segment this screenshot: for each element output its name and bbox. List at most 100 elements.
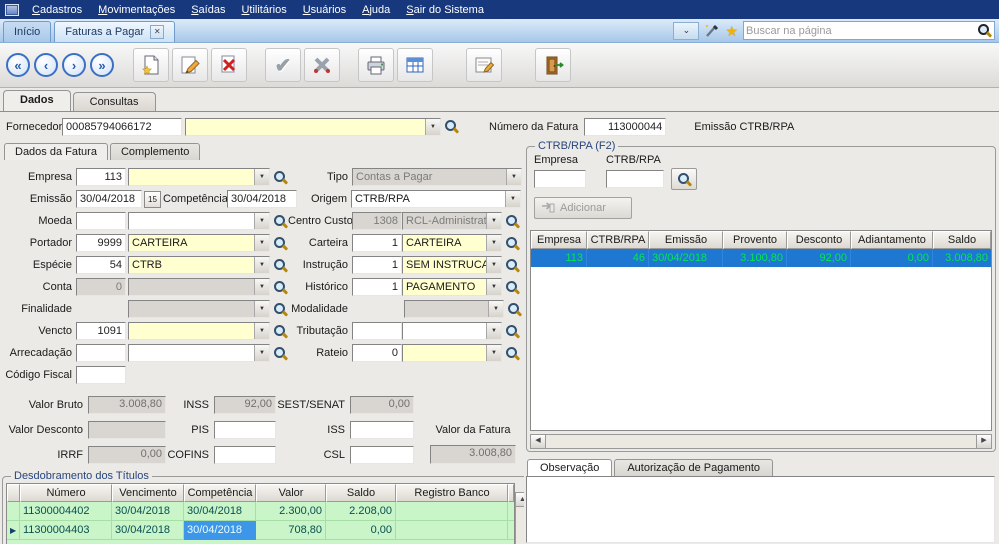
combo-arrow-icon[interactable]: ▼	[505, 191, 520, 207]
moeda-code-input[interactable]	[76, 212, 126, 230]
arrecadacao-combo[interactable]: ▼	[128, 344, 270, 362]
instrucao-code-input[interactable]	[352, 256, 402, 274]
especie-lookup-icon[interactable]	[272, 257, 288, 274]
exit-button[interactable]	[535, 48, 571, 82]
menu-ajuda[interactable]: Ajuda	[354, 2, 398, 18]
col-provento[interactable]: Provento	[723, 231, 787, 249]
vertical-scrollbar[interactable]: ▲	[515, 492, 524, 544]
vencto-code-input[interactable]	[76, 322, 126, 340]
centro-custo-lookup-icon[interactable]	[504, 213, 520, 230]
search-input[interactable]	[746, 23, 976, 38]
combo-arrow-icon[interactable]: ▼	[486, 345, 501, 361]
tab-autorizacao-de-pagamento[interactable]: Autorização de Pagamento	[614, 459, 773, 476]
combo-arrow-icon[interactable]: ▼	[486, 279, 501, 295]
delete-record-button[interactable]	[211, 48, 247, 82]
arrecadacao-code-input[interactable]	[76, 344, 126, 362]
horizontal-scrollbar[interactable]: ◀ ▶	[530, 434, 992, 449]
nav-prev-button[interactable]: ‹	[34, 53, 58, 77]
favorite-star-icon[interactable]: ★	[725, 24, 738, 38]
ctrb-empresa-input[interactable]	[534, 170, 586, 188]
col-valor[interactable]: Valor	[256, 484, 326, 502]
new-record-button[interactable]	[133, 48, 169, 82]
conta-lookup-icon[interactable]	[272, 279, 288, 296]
tab-faturas-a-pagar[interactable]: Faturas a Pagar ✕	[54, 21, 175, 42]
vencto-lookup-icon[interactable]	[272, 323, 288, 340]
especie-combo[interactable]: CTRB▼	[128, 256, 270, 274]
table-row-selected[interactable]: 113 46 30/04/2018 3.100,80 92,00 0,00 3.…	[531, 249, 991, 267]
ctrb-lookup-button[interactable]	[671, 168, 697, 190]
empresa-code-input[interactable]	[76, 168, 126, 186]
csl-input[interactable]	[350, 446, 414, 464]
origem-combo[interactable]: CTRB/RPA▼	[351, 190, 521, 208]
combo-arrow-icon[interactable]: ▼	[254, 235, 269, 251]
wand-icon[interactable]	[704, 23, 720, 39]
combo-arrow-icon[interactable]: ▼	[486, 257, 501, 273]
confirm-button[interactable]: ✔	[265, 48, 301, 82]
col-saldo[interactable]: Saldo	[933, 231, 991, 249]
carteira-code-input[interactable]	[352, 234, 402, 252]
tab-inicio[interactable]: Início	[3, 21, 51, 42]
combo-arrow-icon[interactable]: ▼	[254, 257, 269, 273]
empresa-combo[interactable]: ▼	[128, 168, 270, 186]
combo-arrow-icon[interactable]: ▼	[486, 323, 501, 339]
arrecadacao-lookup-icon[interactable]	[272, 345, 288, 362]
combo-arrow-icon[interactable]: ▼	[486, 235, 501, 251]
nav-next-button[interactable]: ›	[62, 53, 86, 77]
tributacao-combo[interactable]: ▼	[402, 322, 502, 340]
close-tab-icon[interactable]: ✕	[150, 25, 164, 39]
menu-sair-do-sistema[interactable]: Sair do Sistema	[398, 2, 492, 18]
modalidade-lookup-icon[interactable]	[506, 301, 522, 318]
numero-fatura-input[interactable]	[584, 118, 666, 136]
grid-view-button[interactable]	[397, 48, 433, 82]
combo-arrow-icon[interactable]: ▼	[254, 323, 269, 339]
col-empresa[interactable]: Empresa	[531, 231, 587, 249]
observacao-textarea[interactable]	[526, 476, 995, 543]
menu-saidas[interactable]: Saídas	[183, 2, 233, 18]
col-emissao[interactable]: Emissão	[649, 231, 723, 249]
tributacao-lookup-icon[interactable]	[504, 323, 520, 340]
col-saldo[interactable]: Saldo	[326, 484, 396, 502]
empresa-lookup-icon[interactable]	[272, 169, 288, 186]
col-numero[interactable]: Número	[20, 484, 112, 502]
col-desconto[interactable]: Desconto	[787, 231, 851, 249]
tools-button[interactable]	[304, 48, 340, 82]
fornecedor-code-input[interactable]	[62, 118, 182, 136]
instrucao-lookup-icon[interactable]	[504, 257, 520, 274]
tab-dados[interactable]: Dados	[3, 90, 71, 111]
cofins-input[interactable]	[214, 446, 276, 464]
portador-combo[interactable]: CARTEIRA▼	[128, 234, 270, 252]
competencia-date-input[interactable]	[227, 190, 297, 208]
historico-code-input[interactable]	[352, 278, 402, 296]
combo-arrow-icon[interactable]: ▼	[254, 213, 269, 229]
pis-input[interactable]	[214, 421, 276, 439]
codigo-fiscal-input[interactable]	[76, 366, 126, 384]
tributacao-code-input[interactable]	[352, 322, 402, 340]
col-ctrb-rpa[interactable]: CTRB/RPA	[587, 231, 649, 249]
portador-lookup-icon[interactable]	[272, 235, 288, 252]
menu-movimentacoes[interactable]: Movimentações	[90, 2, 183, 18]
moeda-combo[interactable]: ▼	[128, 212, 270, 230]
menu-usuarios[interactable]: Usuários	[295, 2, 354, 18]
moeda-lookup-icon[interactable]	[272, 213, 288, 230]
edit-record-button[interactable]	[172, 48, 208, 82]
rateio-lookup-icon[interactable]	[504, 345, 520, 362]
menu-utilitarios[interactable]: Utilitários	[233, 2, 294, 18]
tab-observacao[interactable]: Observação	[527, 459, 612, 476]
tab-dados-da-fatura[interactable]: Dados da Fatura	[4, 143, 108, 160]
fornecedor-combo[interactable]: ▼	[185, 118, 441, 136]
historico-combo[interactable]: PAGAMENTO▼	[402, 278, 502, 296]
fornecedor-lookup-icon[interactable]	[443, 118, 459, 135]
scroll-up-icon[interactable]: ▲	[516, 493, 524, 507]
tab-consultas[interactable]: Consultas	[73, 92, 156, 111]
rateio-code-input[interactable]	[352, 344, 402, 362]
combo-arrow-icon[interactable]: ▼	[254, 345, 269, 361]
carteira-combo[interactable]: CARTEIRA▼	[402, 234, 502, 252]
col-registro-banco[interactable]: Registro Banco	[396, 484, 508, 502]
especie-code-input[interactable]	[76, 256, 126, 274]
chevron-down-icon[interactable]: ⌄	[673, 22, 699, 40]
table-row-selected[interactable]: ▶ 11300004403 30/04/2018 30/04/2018 708,…	[7, 521, 514, 540]
col-adiantamento[interactable]: Adiantamento	[851, 231, 933, 249]
scroll-right-icon[interactable]: ▶	[976, 435, 991, 448]
combo-arrow-icon[interactable]: ▼	[425, 119, 440, 135]
historico-lookup-icon[interactable]	[504, 279, 520, 296]
